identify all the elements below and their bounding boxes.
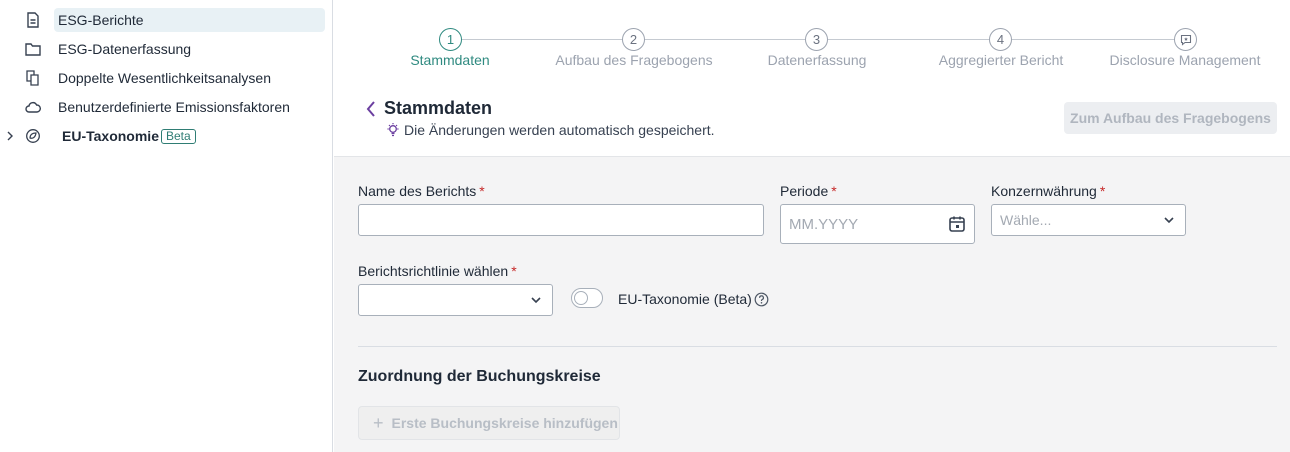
back-chevron-icon[interactable] (364, 99, 378, 119)
beta-badge: Beta (161, 129, 196, 144)
section-title: Zuordnung der Buchungskreise (358, 368, 601, 385)
report-name-input[interactable] (358, 204, 764, 236)
sidebar-item-eu-taxonomie[interactable]: EU-Taxonomie Beta (0, 124, 333, 148)
step-4-circle[interactable]: 4 (989, 28, 1012, 51)
chevron-right-icon[interactable] (4, 124, 16, 148)
add-button-label: Erste Buchungskreise hinzufügen (391, 415, 618, 431)
step-connector (828, 39, 989, 40)
sidebar-item-esg-berichte[interactable]: ESG-Berichte (0, 8, 333, 32)
sidebar-item-esg-datenerfassung[interactable]: ESG-Datenerfassung (0, 37, 333, 61)
sidebar-item-label: ESG-Berichte (58, 12, 144, 28)
folder-icon (25, 41, 41, 57)
currency-select[interactable]: Wähle... (991, 204, 1186, 236)
main-content: 1 2 3 4 Stammdaten Aufbau des Fragebogen… (334, 0, 1290, 452)
eu-taxonomy-label: EU-Taxonomie (Beta) (618, 291, 752, 307)
help-icon[interactable] (754, 292, 769, 307)
step-3-label[interactable]: Datenerfassung (768, 52, 867, 68)
step-connector (1012, 39, 1174, 40)
lightbulb-icon (386, 122, 400, 138)
guideline-select[interactable] (358, 284, 553, 316)
sidebar-item-emissionsfaktoren[interactable]: Benutzerdefinierte Emissionsfaktoren (0, 95, 333, 119)
comment-icon (1180, 34, 1191, 46)
next-step-button[interactable]: Zum Aufbau des Fragebogens (1064, 102, 1277, 134)
period-input[interactable] (780, 204, 975, 244)
step-2-label[interactable]: Aufbau des Fragebogens (555, 52, 712, 68)
currency-label: Konzernwährung * (991, 183, 1106, 199)
cloud-emission-icon (25, 99, 41, 115)
report-name-label: Name des Berichts * (358, 183, 485, 199)
copy-document-icon (25, 70, 41, 86)
chevron-down-icon (531, 297, 541, 304)
sidebar-item-label: Benutzerdefinierte Emissionsfaktoren (58, 99, 290, 115)
guideline-label: Berichtsrichtlinie wählen * (358, 263, 517, 279)
step-5-label[interactable]: Disclosure Management (1110, 52, 1261, 68)
step-4-label[interactable]: Aggregierter Bericht (939, 52, 1064, 68)
step-1-circle[interactable]: 1 (439, 28, 462, 51)
page-title: Stammdaten (384, 98, 493, 118)
plus-icon: + (373, 412, 384, 433)
eu-taxonomy-toggle[interactable] (571, 288, 603, 308)
period-label: Periode * (780, 183, 837, 199)
chevron-down-icon (1164, 217, 1174, 224)
autosave-note: Die Änderungen werden automatisch gespei… (404, 122, 715, 138)
step-2-circle[interactable]: 2 (622, 28, 645, 51)
sidebar-item-wesentlichkeitsanalysen[interactable]: Doppelte Wesentlichkeitsanalysen (0, 66, 333, 90)
step-connector (462, 39, 622, 40)
sidebar: ESG-Berichte ESG-Datenerfassung Doppelte… (0, 0, 333, 452)
currency-placeholder: Wähle... (1000, 212, 1052, 228)
section-divider (358, 346, 1277, 347)
sidebar-item-label: EU-Taxonomie (62, 128, 159, 144)
sidebar-item-label: Doppelte Wesentlichkeitsanalysen (58, 70, 271, 86)
sidebar-item-label: ESG-Datenerfassung (58, 41, 192, 57)
leaf-globe-icon (25, 128, 41, 144)
step-1-label[interactable]: Stammdaten (410, 52, 489, 68)
step-3-circle[interactable]: 3 (805, 28, 828, 51)
toggle-knob (574, 291, 588, 305)
step-5-circle[interactable] (1174, 28, 1197, 51)
add-company-codes-button[interactable]: + Erste Buchungskreise hinzufügen (358, 406, 620, 440)
step-connector (645, 39, 805, 40)
calendar-icon[interactable] (948, 215, 966, 233)
document-icon (25, 12, 41, 28)
